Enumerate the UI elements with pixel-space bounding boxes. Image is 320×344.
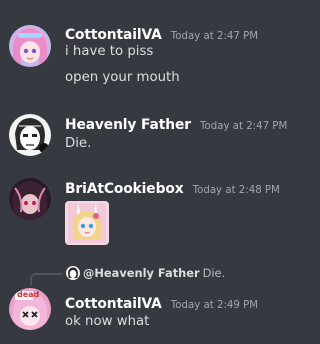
dark-anime-avatar-icon xyxy=(9,178,51,220)
timestamp: Today at 2:48 PM xyxy=(192,185,280,196)
sketched-face-avatar-icon xyxy=(9,114,51,156)
user-avatar[interactable] xyxy=(9,25,51,67)
username[interactable]: BriAtCookiebox xyxy=(65,181,184,197)
message-text: Die. xyxy=(65,136,92,151)
reply-mention[interactable]: @Heavenly Father xyxy=(83,266,200,280)
user-avatar[interactable]: dead xyxy=(9,288,51,330)
message-text: open your mouth xyxy=(65,70,180,85)
timestamp: Today at 2:47 PM xyxy=(170,31,259,42)
timestamp: Today at 2:49 PM xyxy=(170,300,259,311)
message-text: i have to piss xyxy=(65,44,154,59)
reply-preview[interactable]: @Heavenly Father Die. xyxy=(66,266,225,280)
timestamp: Today at 2:47 PM xyxy=(200,121,288,132)
user-avatar[interactable] xyxy=(9,178,51,220)
username[interactable]: CottontailVA xyxy=(65,296,162,312)
anime-avatar-pink-hair-icon xyxy=(9,25,51,67)
reply-avatar-icon xyxy=(66,266,80,280)
reply-connector xyxy=(30,273,62,285)
anime-bunny-girl-sticker-icon xyxy=(65,201,109,245)
user-avatar[interactable] xyxy=(9,114,51,156)
message-text: ok now what xyxy=(65,314,150,329)
message-group: CottontailVA Today at 2:47 PM i have to … xyxy=(0,0,282,100)
sticker-image[interactable] xyxy=(65,201,109,245)
username[interactable]: Heavenly Father xyxy=(65,117,191,133)
avatar-badge: dead xyxy=(17,290,40,299)
username[interactable]: CottontailVA xyxy=(65,27,162,43)
reply-text[interactable]: Die. xyxy=(203,266,226,280)
